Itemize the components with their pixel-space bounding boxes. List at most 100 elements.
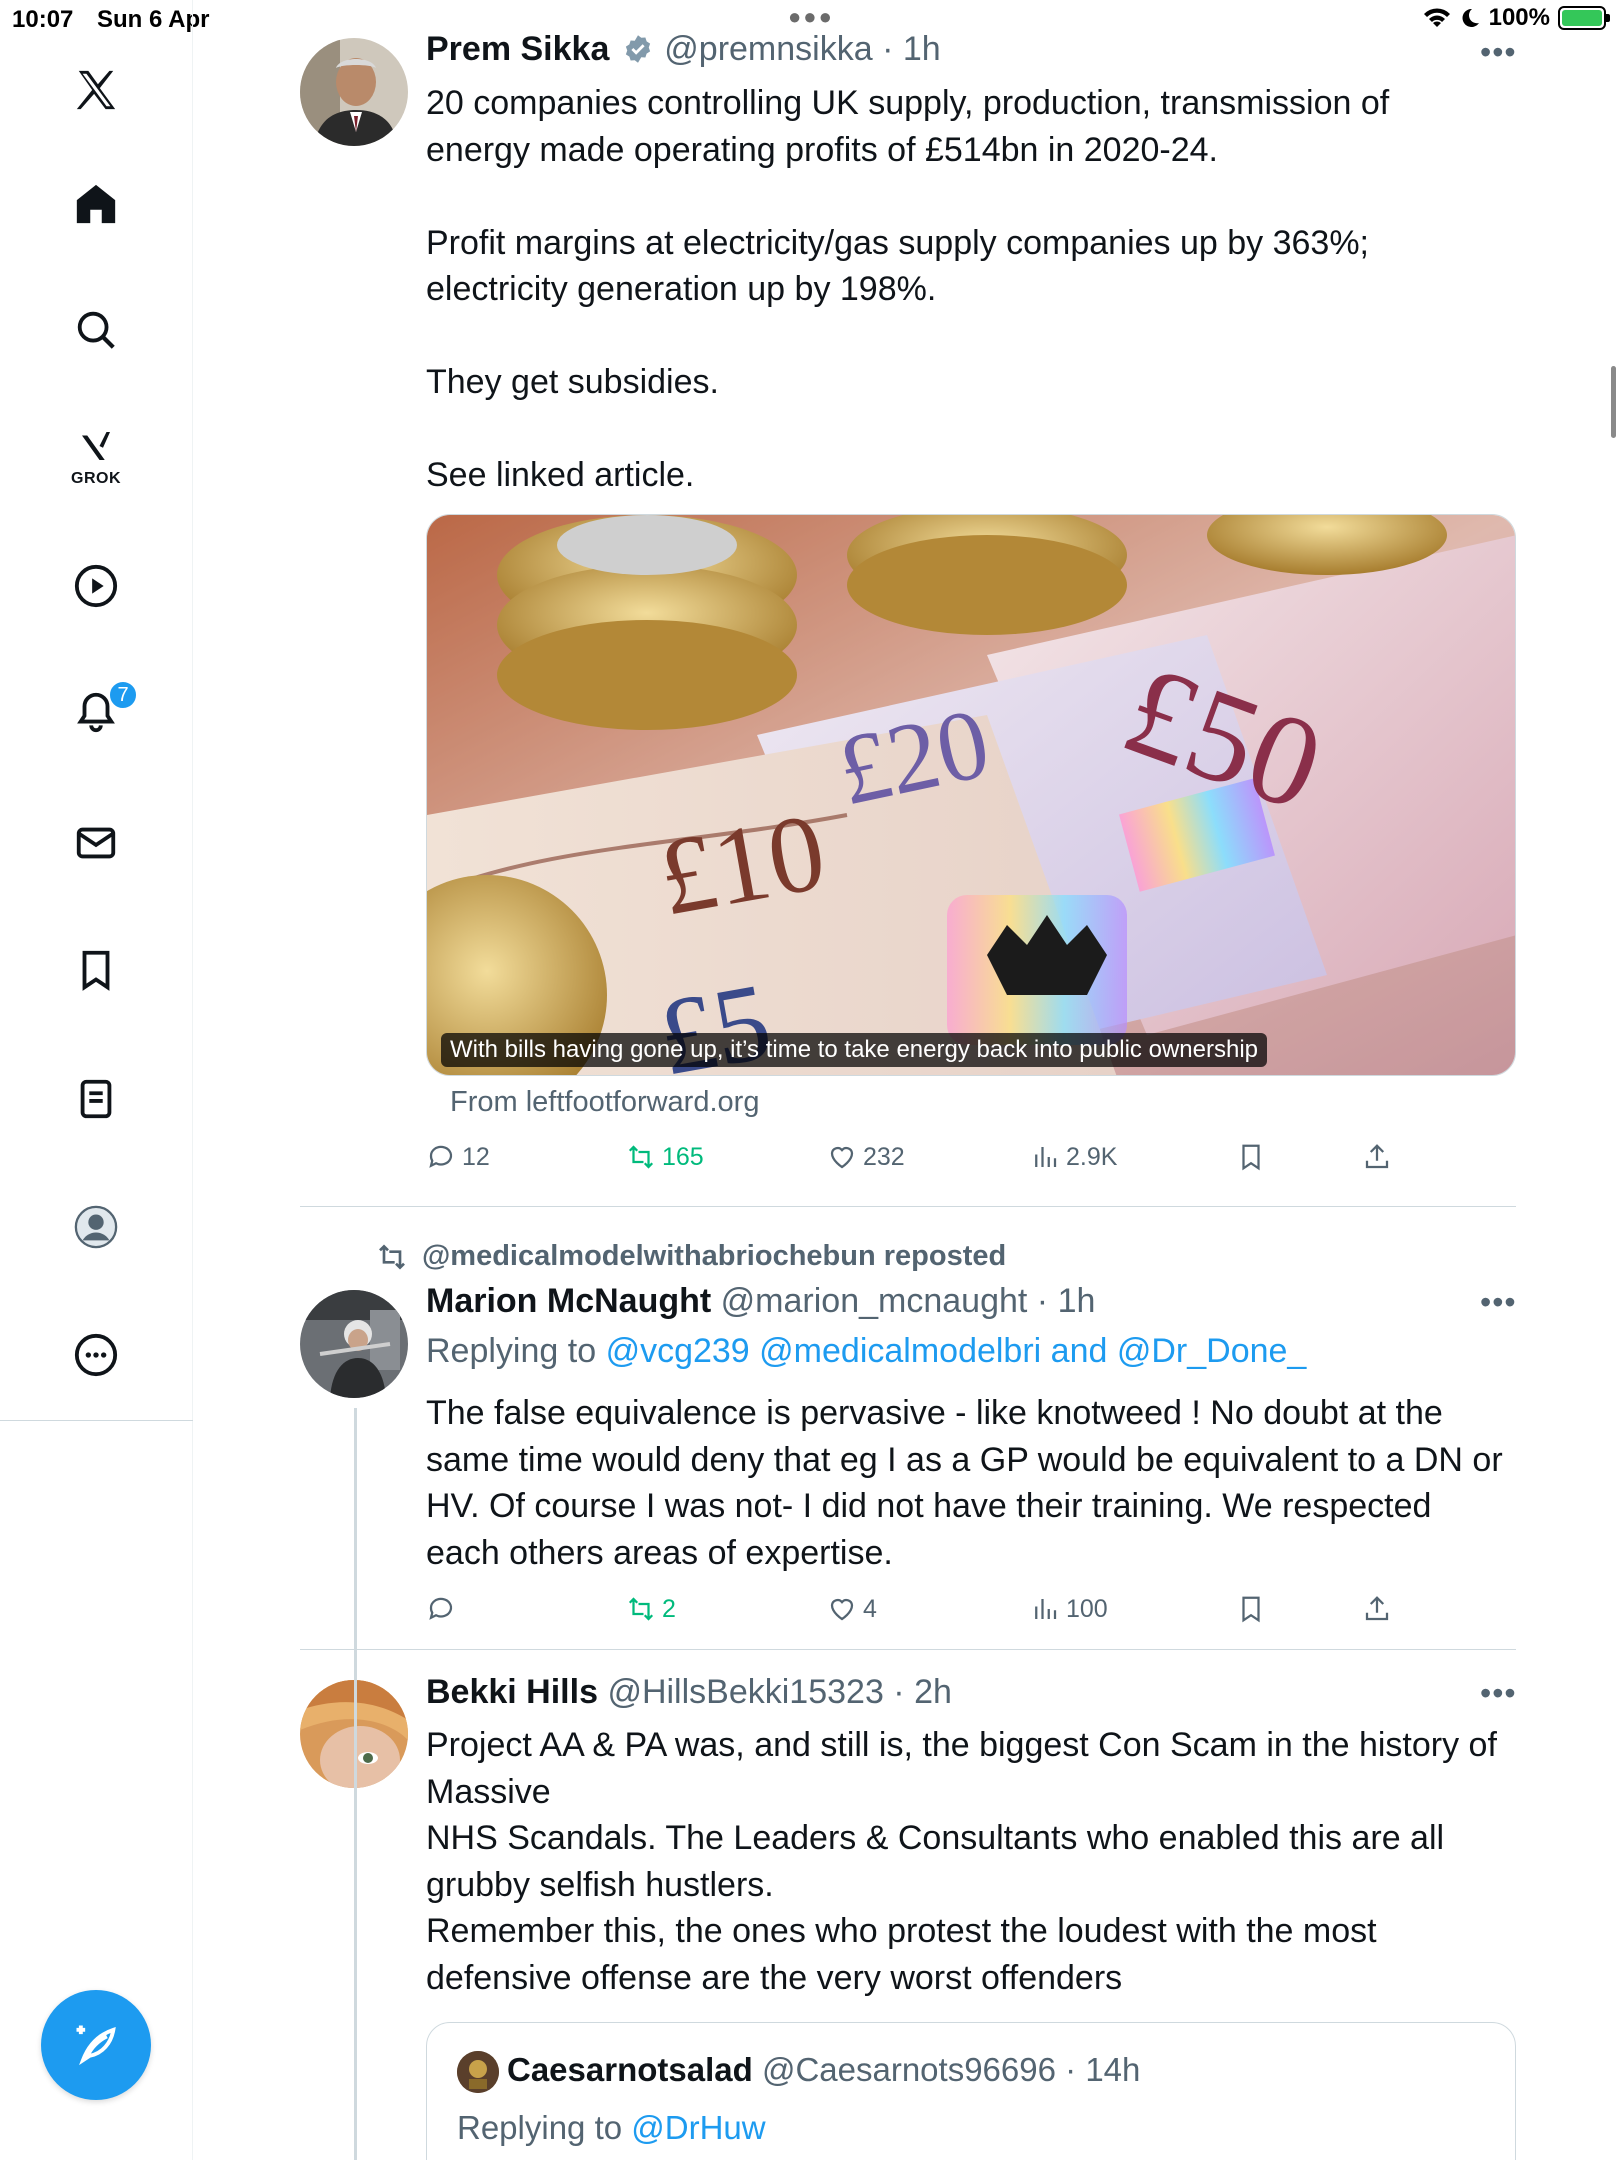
display-name[interactable]: Marion McNaught <box>426 1282 711 1320</box>
link-card-source[interactable]: From leftfootforward.org <box>450 1086 759 1119</box>
sidebar-item-profile[interactable] <box>66 1197 126 1257</box>
reply-to-links[interactable]: @vcg239 @medicalmodelbri and @Dr_Done_ <box>606 1332 1307 1370</box>
sidebar-item-more[interactable] <box>66 1325 126 1385</box>
reply-icon <box>429 1597 453 1620</box>
bookmark-icon <box>1242 1596 1260 1623</box>
view-count: 2.9K <box>1066 1142 1118 1171</box>
x-logo-icon[interactable] <box>66 60 126 120</box>
link-card[interactable]: £10 £20 £50 £5 With bills having gone up… <box>426 514 1516 1076</box>
tweet-header: Prem Sikka @premnsikka · 1h <box>426 30 941 68</box>
display-name[interactable]: Prem Sikka <box>426 30 609 68</box>
compose-button[interactable] <box>41 1990 151 2100</box>
handle[interactable]: @Caesarnots96696 <box>762 2051 1056 2088</box>
repost-count: 165 <box>662 1142 704 1171</box>
share-button[interactable] <box>1362 1142 1392 1172</box>
status-indicators: 100% <box>1423 4 1610 32</box>
repost-indicator: @medicalmodelwithabriochebun reposted <box>376 1240 1006 1273</box>
scrollbar[interactable] <box>1611 366 1616 438</box>
avatar[interactable] <box>300 38 408 146</box>
replying-to: Replying to @DrHuw <box>457 2109 766 2146</box>
like-button[interactable]: 4 <box>827 1594 877 1624</box>
bookmark-button[interactable] <box>1236 1594 1266 1624</box>
grok-icon <box>82 432 110 460</box>
sidebar-item-home[interactable] <box>66 174 126 234</box>
share-icon <box>1365 1596 1389 1621</box>
display-name[interactable]: Bekki Hills <box>426 1673 598 1711</box>
search-icon <box>77 311 115 349</box>
views-icon <box>1035 1147 1057 1167</box>
quoted-tweet[interactable]: Caesarnotsalad @Caesarnots96696 · 14h Re… <box>426 2022 1516 2160</box>
share-icon <box>1365 1144 1389 1169</box>
timestamp[interactable]: 14h <box>1085 2051 1140 2088</box>
sidebar-item-video[interactable] <box>66 556 126 616</box>
reply-icon <box>429 1145 453 1168</box>
bookmark-button[interactable] <box>1236 1142 1266 1172</box>
bookmark-icon <box>82 950 110 991</box>
reply-count: 12 <box>462 1142 490 1171</box>
replying-to: Replying to @vcg239 @medicalmodelbri and… <box>426 1332 1307 1370</box>
view-count: 100 <box>1066 1594 1108 1623</box>
display-name[interactable]: Caesarnotsalad <box>507 2051 753 2088</box>
more-options-icon[interactable]: ••• <box>1480 34 1517 71</box>
avatar[interactable] <box>457 2051 499 2093</box>
sidebar-item-bookmarks[interactable] <box>66 940 126 1000</box>
tweet-divider <box>300 1649 1516 1650</box>
mail-icon <box>76 827 116 859</box>
more-circle-icon <box>74 1333 118 1377</box>
link-card-caption: With bills having gone up, it’s time to … <box>441 1033 1267 1067</box>
heart-icon <box>830 1598 854 1621</box>
tweet-actions: 12 165 232 2.9K <box>426 1142 1526 1182</box>
sidebar: GROK 7 <box>0 0 193 2160</box>
list-icon <box>80 1079 112 1119</box>
timestamp[interactable]: 1h <box>903 30 941 68</box>
repost-icon <box>379 1243 405 1270</box>
tweet-header: Marion McNaught @marion_mcnaught · 1h <box>426 1282 1096 1320</box>
more-options-icon[interactable]: ••• <box>1480 1675 1517 1712</box>
bookmark-icon <box>1242 1144 1260 1171</box>
heart-icon <box>830 1146 854 1169</box>
sidebar-item-explore[interactable] <box>66 300 126 360</box>
moon-icon <box>1462 8 1479 27</box>
views-button[interactable]: 2.9K <box>1030 1142 1117 1172</box>
sidebar-item-messages[interactable] <box>66 813 126 873</box>
like-count: 4 <box>863 1594 877 1623</box>
reply-button[interactable] <box>426 1594 462 1624</box>
views-icon <box>1035 1599 1057 1619</box>
quoted-tweet-header: Caesarnotsalad @Caesarnots96696 · 14h <box>507 2051 1141 2088</box>
tweet-text: 20 companies controlling UK supply, prod… <box>426 84 1390 494</box>
views-button[interactable]: 100 <box>1030 1594 1108 1624</box>
reply-button[interactable]: 12 <box>426 1142 490 1172</box>
multitasking-dots-icon[interactable]: ●●● <box>788 4 834 30</box>
timestamp[interactable]: 2h <box>914 1673 952 1711</box>
like-button[interactable]: 232 <box>827 1142 905 1172</box>
thread-line <box>354 1408 357 2160</box>
grok-label: GROK <box>71 470 121 487</box>
link-card-image: £10 £20 £50 £5 <box>427 515 1515 1075</box>
handle[interactable]: @premnsikka <box>664 30 872 68</box>
more-options-icon[interactable]: ••• <box>1480 1284 1517 1321</box>
battery-percent: 100% <box>1488 4 1550 31</box>
timestamp[interactable]: 1h <box>1058 1282 1096 1320</box>
reply-to-links[interactable]: @DrHuw <box>631 2109 765 2146</box>
sidebar-item-grok[interactable]: GROK <box>66 423 126 487</box>
handle[interactable]: @HillsBekki15323 <box>607 1673 883 1711</box>
sidebar-item-lists[interactable] <box>66 1069 126 1129</box>
home-icon <box>76 184 116 224</box>
tweet-text: The false equivalence is pervasive - lik… <box>426 1394 1503 1572</box>
profile-icon <box>74 1205 118 1249</box>
repost-by-label[interactable]: @medicalmodelwithabriochebun reposted <box>422 1240 1006 1273</box>
avatar[interactable] <box>300 1290 408 1398</box>
like-count: 232 <box>863 1142 905 1171</box>
tweet-text: Project AA & PA was, and still is, the b… <box>426 1726 1497 1997</box>
repost-button[interactable]: 165 <box>626 1142 704 1172</box>
compose-icon <box>76 2025 116 2066</box>
battery-icon <box>1558 6 1610 30</box>
sidebar-item-notifications[interactable]: 7 <box>66 680 138 742</box>
handle[interactable]: @marion_mcnaught <box>721 1282 1028 1320</box>
repost-button[interactable]: 2 <box>626 1594 676 1624</box>
repost-count: 2 <box>662 1594 676 1623</box>
play-icon <box>74 564 118 608</box>
share-button[interactable] <box>1362 1594 1392 1624</box>
wifi-icon <box>1423 8 1450 27</box>
tweet-header: Bekki Hills @HillsBekki15323 · 2h <box>426 1673 952 1711</box>
